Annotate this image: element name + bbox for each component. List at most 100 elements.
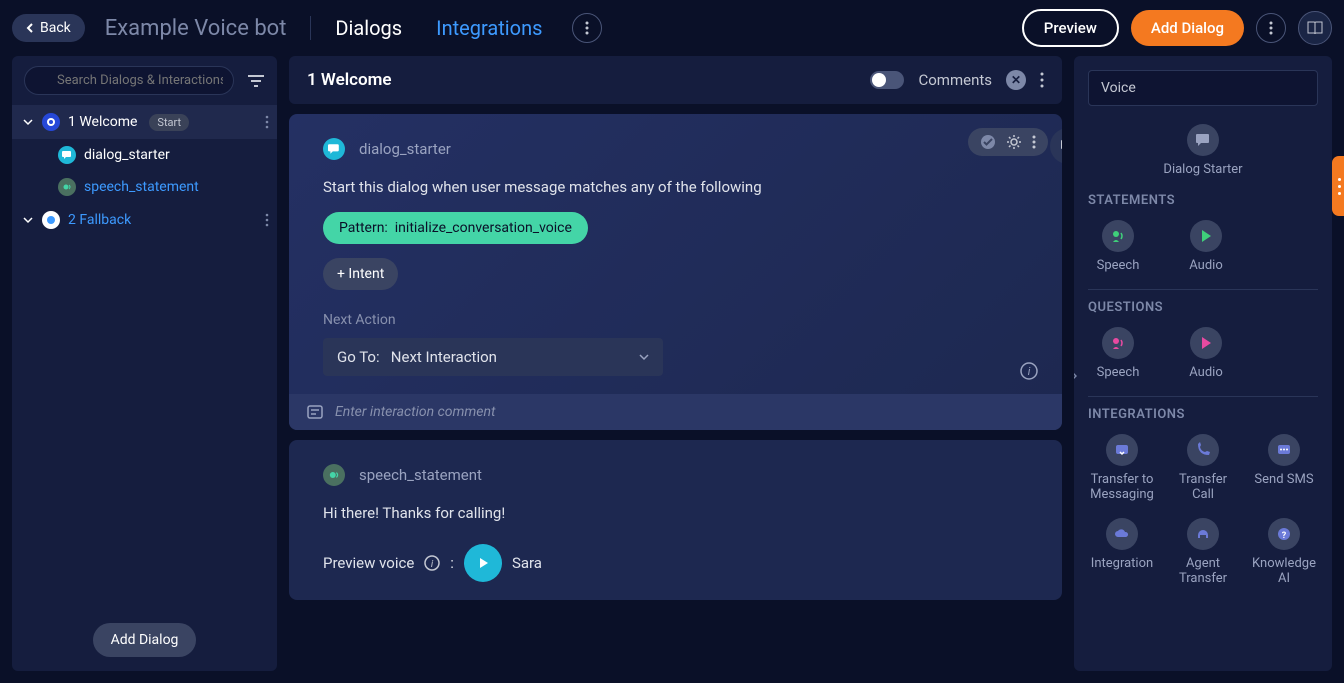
person-speaking-icon [1102,220,1134,252]
next-action-select[interactable]: Go To: Next Interaction [323,338,663,376]
comment-bubble-button[interactable] [1050,128,1062,164]
check-circle-icon[interactable] [980,134,996,150]
palette-knowledge-ai[interactable]: ? Knowledge AI [1250,518,1318,586]
more-menu-button[interactable] [572,13,602,43]
search-dialogs-input[interactable] [24,66,234,95]
svg-text:?: ? [1282,531,1287,541]
speech-text: Hi there! Thanks for calling! [323,504,1028,522]
play-icon [1190,327,1222,359]
select-prefix: Go To: [337,348,380,366]
interaction-speech-statement[interactable]: speech_statement [12,171,277,203]
palette-transfer-call[interactable]: Transfer Call [1169,434,1237,502]
palette-search-input[interactable] [1088,70,1318,106]
chat-bubble-icon [323,138,345,160]
play-voice-button[interactable] [464,544,502,582]
dialog-more-button[interactable] [265,115,269,129]
note-icon [307,405,323,419]
right-edge-tab[interactable] [1332,156,1344,216]
book-icon [1307,21,1323,35]
tab-dialogs[interactable]: Dialogs [335,16,402,40]
message-arrow-icon [1106,434,1138,466]
dialog-item-fallback[interactable]: 2 Fallback [12,203,277,237]
palette-agent-transfer[interactable]: Agent Transfer [1169,518,1237,586]
next-action-label: Next Action [323,312,1028,328]
dialog-item-welcome[interactable]: 1 Welcome Start [12,105,277,139]
main-panel: 1 Welcome Comments ✕ [289,56,1062,671]
interaction-dialog-starter[interactable]: dialog_starter [12,139,277,171]
palette-send-sms[interactable]: Send SMS [1250,434,1318,502]
filter-icon[interactable] [247,74,265,88]
card-actions [968,128,1048,156]
palette-label: Speech [1097,365,1140,380]
section-statements: STATEMENTS [1088,193,1318,208]
question-circle-icon: ? [1268,518,1300,550]
chat-bubble-icon [58,146,76,164]
palette-label: Speech [1097,258,1140,273]
close-button[interactable]: ✕ [1006,70,1026,90]
dialog-more-button[interactable] [265,213,269,227]
more-vertical-icon[interactable] [1032,135,1036,149]
chevron-right-icon [1074,370,1077,382]
play-icon [476,556,490,570]
divider [310,16,311,40]
palette-label: Audio [1189,258,1222,273]
docs-button[interactable] [1298,11,1332,45]
phone-icon [1187,434,1219,466]
speech-icon [58,178,76,196]
add-intent-button[interactable]: + Intent [323,258,398,290]
palette-statement-speech[interactable]: Speech [1088,220,1148,273]
tab-integrations[interactable]: Integrations [436,16,542,40]
palette-label: Knowledge AI [1250,556,1318,586]
dialog-name: 2 Fallback [68,212,131,228]
card-speech-statement: speech_statement Hi there! Thanks for ca… [289,440,1062,600]
palette-label: Integration [1091,556,1153,571]
svg-text:i: i [1028,365,1031,378]
info-icon[interactable]: i [1020,362,1038,380]
svg-text:i: i [431,559,434,570]
interaction-label: dialog_starter [84,147,170,163]
info-icon[interactable]: i [424,555,440,571]
speech-icon [323,464,345,486]
palette-label: Dialog Starter [1163,162,1242,177]
start-badge: Start [149,114,189,131]
more-vertical-icon [585,21,589,35]
palette-dialog-starter[interactable]: Dialog Starter [1088,124,1318,177]
palette-question-speech[interactable]: Speech [1088,327,1148,380]
select-value: Next Interaction [391,348,497,366]
more-vertical-icon [265,115,269,129]
back-button[interactable]: Back [12,14,85,42]
palette-question-audio[interactable]: Audio [1176,327,1236,380]
comments-toggle[interactable] [870,71,904,89]
main-more-button[interactable] [1040,72,1044,88]
palette-label: Audio [1189,365,1222,380]
palette-integration[interactable]: Integration [1088,518,1156,586]
sidebar-add-dialog-button[interactable]: Add Dialog [93,623,197,657]
person-speaking-icon [1102,327,1134,359]
card-dialog-starter: dialog_starter Start this dialog when us… [289,114,1062,430]
pattern-value: initialize_conversation_voice [395,220,572,236]
palette-transfer-messaging[interactable]: Transfer to Messaging [1088,434,1156,502]
chevron-down-icon [22,117,34,127]
cloud-icon [1106,518,1138,550]
face-icon [46,215,56,225]
comment-row[interactable]: Enter interaction comment [289,394,1062,430]
chat-bubble-icon [1187,124,1219,156]
more-vertical-icon [265,213,269,227]
card-description: Start this dialog when user message matc… [323,178,1028,196]
collapse-palette-button[interactable] [1074,366,1080,386]
headset-icon [1187,518,1219,550]
more-vertical-icon [1269,21,1273,35]
dialog-icon [42,113,60,131]
gear-icon[interactable] [1006,134,1022,150]
palette-label: Transfer Call [1169,472,1237,502]
palette-statement-audio[interactable]: Audio [1176,220,1236,273]
pattern-chip[interactable]: Pattern: initialize_conversation_voice [323,212,588,244]
top-more-button[interactable] [1256,13,1286,43]
card-title: dialog_starter [359,140,451,158]
add-dialog-button[interactable]: Add Dialog [1131,10,1244,46]
comments-label: Comments [918,71,992,89]
voice-name: Sara [512,554,542,572]
interaction-label: speech_statement [84,179,199,195]
main-title: 1 Welcome [307,70,392,90]
preview-button[interactable]: Preview [1022,9,1119,47]
